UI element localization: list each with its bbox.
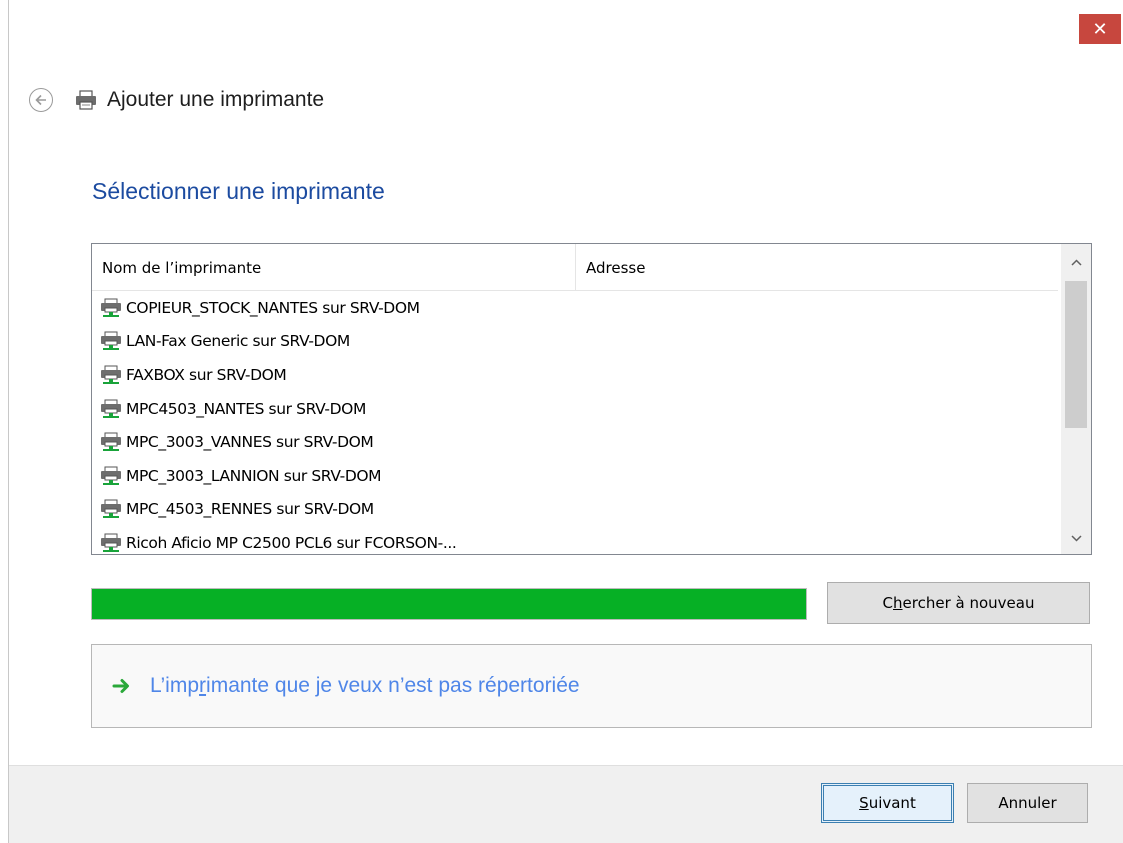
printer-name: MPC_3003_LANNION sur SRV-DOM bbox=[126, 466, 382, 485]
column-header-address[interactable]: Adresse bbox=[576, 244, 1058, 291]
next-label: Suivant bbox=[859, 794, 916, 812]
printer-name: FAXBOX sur SRV-DOM bbox=[126, 365, 287, 384]
network-printer-icon bbox=[100, 398, 126, 420]
search-again-label: Chercher à nouveau bbox=[882, 594, 1035, 612]
printer-name: LAN-Fax Generic sur SRV-DOM bbox=[126, 332, 350, 351]
not-listed-label: L’imprimante que je veux n’est pas réper… bbox=[150, 674, 580, 697]
green-arrow-icon bbox=[112, 677, 132, 695]
scroll-down-button[interactable] bbox=[1061, 522, 1091, 554]
close-icon: ✕ bbox=[1092, 18, 1108, 40]
printer-name: MPC4503_NANTES sur SRV-DOM bbox=[126, 399, 366, 418]
close-button[interactable]: ✕ bbox=[1079, 14, 1121, 44]
network-printer-icon bbox=[100, 330, 126, 352]
list-item[interactable]: COPIEUR_STOCK_NANTES sur SRV-DOM bbox=[100, 291, 1060, 325]
page-title: Sélectionner une imprimante bbox=[92, 178, 385, 204]
scroll-thumb[interactable] bbox=[1065, 281, 1087, 428]
list-item[interactable]: LAN-Fax Generic sur SRV-DOM bbox=[100, 325, 1060, 359]
back-arrow-icon bbox=[35, 94, 46, 106]
back-button[interactable] bbox=[29, 88, 53, 112]
printer-name: Ricoh Aficio MP C2500 PCL6 sur FCORSON-.… bbox=[126, 533, 457, 552]
network-printer-icon bbox=[100, 297, 126, 319]
network-printer-icon bbox=[100, 498, 126, 520]
list-item[interactable]: MPC4503_NANTES sur SRV-DOM bbox=[100, 392, 1060, 426]
progress-fill bbox=[92, 589, 806, 619]
cancel-button[interactable]: Annuler bbox=[967, 783, 1088, 823]
cancel-label: Annuler bbox=[998, 794, 1057, 812]
printer-name: MPC_3003_VANNES sur SRV-DOM bbox=[126, 433, 374, 452]
vertical-scrollbar[interactable] bbox=[1061, 244, 1091, 554]
printer-name: COPIEUR_STOCK_NANTES sur SRV-DOM bbox=[126, 298, 420, 317]
search-progress-bar bbox=[91, 588, 807, 620]
list-header: Nom de l’imprimante Adresse bbox=[92, 244, 1058, 291]
network-printer-icon bbox=[100, 465, 126, 487]
network-printer-icon bbox=[100, 431, 126, 453]
list-item[interactable]: MPC_3003_VANNES sur SRV-DOM bbox=[100, 425, 1060, 459]
add-printer-dialog: ✕ Ajouter une imprimante Sélectionner un… bbox=[8, 0, 1123, 843]
wizard-title: Ajouter une imprimante bbox=[107, 88, 325, 111]
chevron-up-icon bbox=[1070, 258, 1082, 266]
printer-icon bbox=[75, 90, 97, 110]
wizard-header: Ajouter une imprimante bbox=[29, 84, 324, 116]
printer-list[interactable]: Nom de l’imprimante Adresse COPIEUR_STOC… bbox=[91, 243, 1092, 555]
search-again-button[interactable]: Chercher à nouveau bbox=[827, 582, 1090, 624]
network-printer-icon bbox=[100, 532, 126, 554]
printer-rows: COPIEUR_STOCK_NANTES sur SRV-DOM LAN-Fax… bbox=[100, 291, 1060, 554]
list-item[interactable]: Ricoh Aficio MP C2500 PCL6 sur FCORSON-.… bbox=[100, 526, 1060, 554]
list-item[interactable]: MPC_3003_LANNION sur SRV-DOM bbox=[100, 459, 1060, 493]
printer-not-listed-link[interactable]: L’imprimante que je veux n’est pas réper… bbox=[91, 644, 1092, 728]
list-item[interactable]: MPC_4503_RENNES sur SRV-DOM bbox=[100, 493, 1060, 527]
network-printer-icon bbox=[100, 364, 126, 386]
scroll-up-button[interactable] bbox=[1061, 246, 1091, 278]
next-button[interactable]: Suivant bbox=[821, 783, 954, 823]
list-item[interactable]: FAXBOX sur SRV-DOM bbox=[100, 358, 1060, 392]
printer-name: MPC_4503_RENNES sur SRV-DOM bbox=[126, 500, 374, 519]
column-header-name[interactable]: Nom de l’imprimante bbox=[92, 244, 576, 291]
chevron-down-icon bbox=[1070, 534, 1082, 542]
dialog-footer: Suivant Annuler bbox=[9, 765, 1123, 843]
